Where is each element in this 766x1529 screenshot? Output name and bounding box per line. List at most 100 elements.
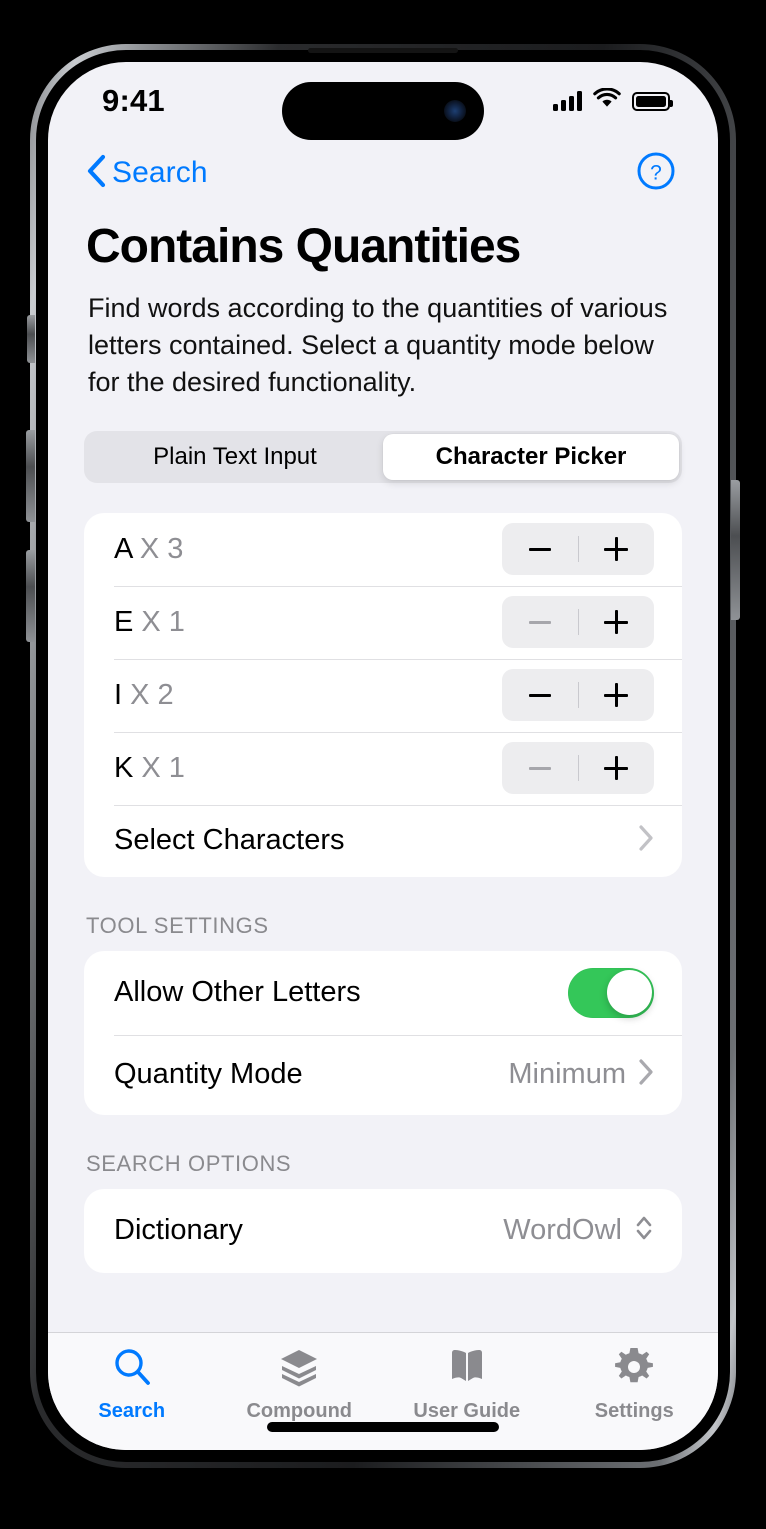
tab-user-guide[interactable]: User Guide — [383, 1345, 551, 1423]
letter-row-label: E X 1 — [114, 606, 185, 639]
power-button[interactable] — [731, 480, 740, 620]
plus-button[interactable] — [579, 596, 655, 648]
quantity-mode-value: Minimum — [508, 1058, 626, 1091]
back-button[interactable]: Search — [86, 154, 208, 193]
status-time: 9:41 — [102, 83, 165, 118]
allow-other-letters-toggle[interactable] — [568, 967, 654, 1018]
tab-bar: Search Compound User Guide Settings — [48, 1332, 718, 1450]
chevron-right-icon — [638, 824, 654, 857]
tab-settings[interactable]: Settings — [551, 1345, 719, 1423]
letter-multiplier: X 3 — [139, 532, 184, 565]
minus-icon — [528, 693, 551, 697]
tab-compound[interactable]: Compound — [216, 1345, 384, 1423]
tab-label: Compound — [246, 1400, 353, 1422]
home-indicator[interactable] — [267, 1422, 499, 1432]
status-indicators — [553, 87, 673, 114]
dynamic-island[interactable] — [282, 82, 484, 140]
help-button[interactable]: ? — [636, 151, 676, 196]
wifi-icon — [593, 87, 621, 114]
plus-icon — [604, 756, 629, 781]
quantity-stepper[interactable] — [502, 669, 655, 722]
phone-frame: 9:41 Search ? Contains Quantities Find w… — [26, 44, 740, 1468]
volume-down-button[interactable] — [26, 550, 35, 642]
plus-icon — [604, 537, 629, 562]
chevron-left-icon — [86, 154, 106, 193]
minus-button[interactable] — [502, 742, 578, 794]
minus-icon — [528, 547, 551, 551]
plus-button[interactable] — [579, 742, 655, 794]
plus-icon — [604, 683, 629, 708]
minus-button[interactable] — [502, 523, 578, 575]
minus-button[interactable] — [502, 596, 578, 648]
battery-icon — [632, 91, 673, 111]
quantity-stepper[interactable] — [502, 523, 655, 576]
cellular-signal-icon — [553, 91, 582, 111]
minus-icon — [528, 766, 551, 770]
back-button-label: Search — [112, 156, 208, 189]
letter-multiplier: X 1 — [141, 751, 185, 784]
letter-char: E — [114, 605, 134, 638]
tab-search[interactable]: Search — [48, 1345, 216, 1423]
input-mode-segmented-control[interactable]: Plain Text Input Character Picker — [84, 430, 682, 483]
main-content: Contains Quantities Find words according… — [48, 200, 718, 1273]
letter-quantities-card: A X 3 E X 1 I X 2 K X 1 Select Character… — [84, 512, 682, 877]
tool-settings-header: TOOL SETTINGS — [86, 912, 269, 938]
earpiece-speaker — [308, 48, 458, 53]
gear-icon — [612, 1345, 656, 1394]
letter-char: K — [114, 751, 134, 784]
letter-char: I — [114, 678, 123, 711]
plus-button[interactable] — [579, 669, 655, 721]
letter-row: I X 2 — [84, 658, 682, 732]
quantity-mode-row[interactable]: Quantity Mode Minimum — [84, 1034, 682, 1115]
volume-up-button[interactable] — [26, 430, 35, 522]
dictionary-value-group: WordOwl — [503, 1212, 654, 1249]
book-icon — [445, 1345, 489, 1394]
toggle-knob — [606, 970, 652, 1016]
front-camera-icon — [444, 100, 466, 122]
select-characters-label: Select Characters — [114, 824, 345, 857]
silent-switch-button[interactable] — [27, 315, 35, 363]
magnifying-glass-icon — [110, 1345, 154, 1394]
letter-multiplier: X 1 — [141, 605, 185, 638]
letter-row: A X 3 — [84, 513, 682, 586]
dictionary-row[interactable]: Dictionary WordOwl — [84, 1189, 682, 1273]
quantity-stepper[interactable] — [502, 742, 655, 795]
plus-icon — [604, 610, 629, 635]
svg-text:?: ? — [650, 161, 662, 184]
dictionary-label: Dictionary — [114, 1214, 243, 1247]
letter-row: E X 1 — [84, 585, 682, 659]
dictionary-value: WordOwl — [503, 1214, 622, 1247]
page-description: Find words according to the quantities o… — [88, 293, 668, 397]
layers-icon — [277, 1345, 321, 1394]
letter-char: A — [114, 532, 132, 565]
chevron-up-down-icon — [634, 1212, 654, 1249]
plus-button[interactable] — [579, 523, 655, 575]
letter-multiplier: X 2 — [130, 678, 174, 711]
letter-row: K X 1 — [84, 731, 682, 805]
question-mark-circle-icon: ? — [636, 151, 676, 196]
segment-character-picker[interactable]: Character Picker — [383, 433, 679, 480]
quantity-mode-value-group: Minimum — [508, 1058, 654, 1091]
minus-icon — [528, 620, 551, 624]
minus-button[interactable] — [502, 669, 578, 721]
allow-other-letters-row: Allow Other Letters — [84, 951, 682, 1035]
navigation-bar: Search ? — [48, 140, 718, 200]
select-characters-row[interactable]: Select Characters — [84, 804, 682, 877]
page-title: Contains Quantities — [86, 220, 521, 273]
tool-settings-card: Allow Other Letters Quantity Mode Minimu… — [84, 950, 682, 1115]
letter-row-label: I X 2 — [114, 679, 174, 712]
letter-row-label: K X 1 — [114, 752, 185, 785]
phone-bezel: 9:41 Search ? Contains Quantities Find w… — [26, 48, 740, 1462]
tab-label: Search — [98, 1400, 166, 1422]
chevron-right-icon — [638, 1058, 654, 1091]
tab-label: User Guide — [413, 1400, 521, 1422]
allow-other-letters-label: Allow Other Letters — [114, 976, 361, 1009]
letter-row-label: A X 3 — [114, 533, 183, 566]
search-options-card: Dictionary WordOwl — [84, 1188, 682, 1273]
tab-label: Settings — [594, 1400, 674, 1422]
segment-plain-text-input[interactable]: Plain Text Input — [87, 434, 383, 480]
phone-screen: 9:41 Search ? Contains Quantities Find w… — [48, 62, 718, 1450]
quantity-stepper[interactable] — [502, 596, 655, 649]
search-options-header: SEARCH OPTIONS — [86, 1150, 292, 1176]
quantity-mode-label: Quantity Mode — [114, 1058, 303, 1091]
